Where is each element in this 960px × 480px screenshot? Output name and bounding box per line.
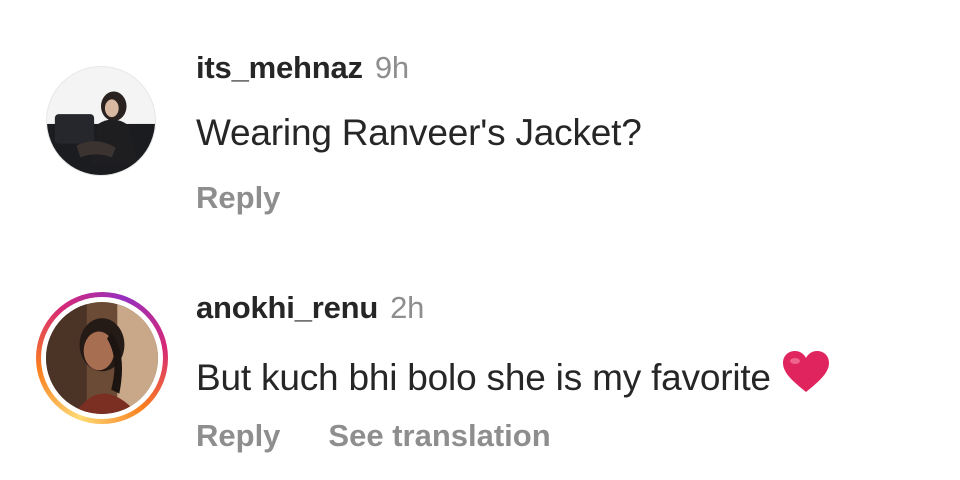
comment-username[interactable]: its_mehnaz 9h	[196, 50, 409, 86]
comment-text-content: But kuch bhi bolo she is my favorite	[196, 357, 771, 398]
profile-photo-icon	[46, 302, 158, 414]
reply-button[interactable]: Reply	[196, 418, 280, 453]
comment-text: But kuch bhi bolo she is my favorite	[196, 350, 831, 399]
comment-actions: Reply	[196, 180, 280, 216]
comment-timestamp: 2h	[390, 290, 425, 325]
commenter-avatar[interactable]	[36, 292, 168, 424]
username-text[interactable]: anokhi_renu	[196, 290, 378, 325]
avatar-image	[46, 302, 158, 414]
reply-button[interactable]: Reply	[196, 180, 280, 215]
avatar-image	[46, 66, 156, 176]
username-text[interactable]: its_mehnaz	[196, 50, 363, 85]
comment-actions: Reply See translation	[196, 418, 551, 454]
commenter-avatar[interactable]	[46, 66, 156, 176]
comment-text: Wearing Ranveer's Jacket?	[196, 112, 642, 153]
story-ring-gap	[41, 297, 163, 419]
profile-photo-icon	[47, 67, 155, 175]
comment-timestamp: 9h	[374, 50, 409, 85]
comment-item: anokhi_renu 2h But kuch bhi bolo she is m…	[0, 240, 960, 480]
comment-username[interactable]: anokhi_renu 2h	[196, 290, 424, 326]
heart-icon	[782, 351, 829, 392]
see-translation-button[interactable]: See translation	[328, 418, 550, 453]
comment-item: its_mehnaz 9h Wearing Ranveer's Jacket? R…	[0, 0, 960, 240]
story-ring	[36, 292, 168, 424]
